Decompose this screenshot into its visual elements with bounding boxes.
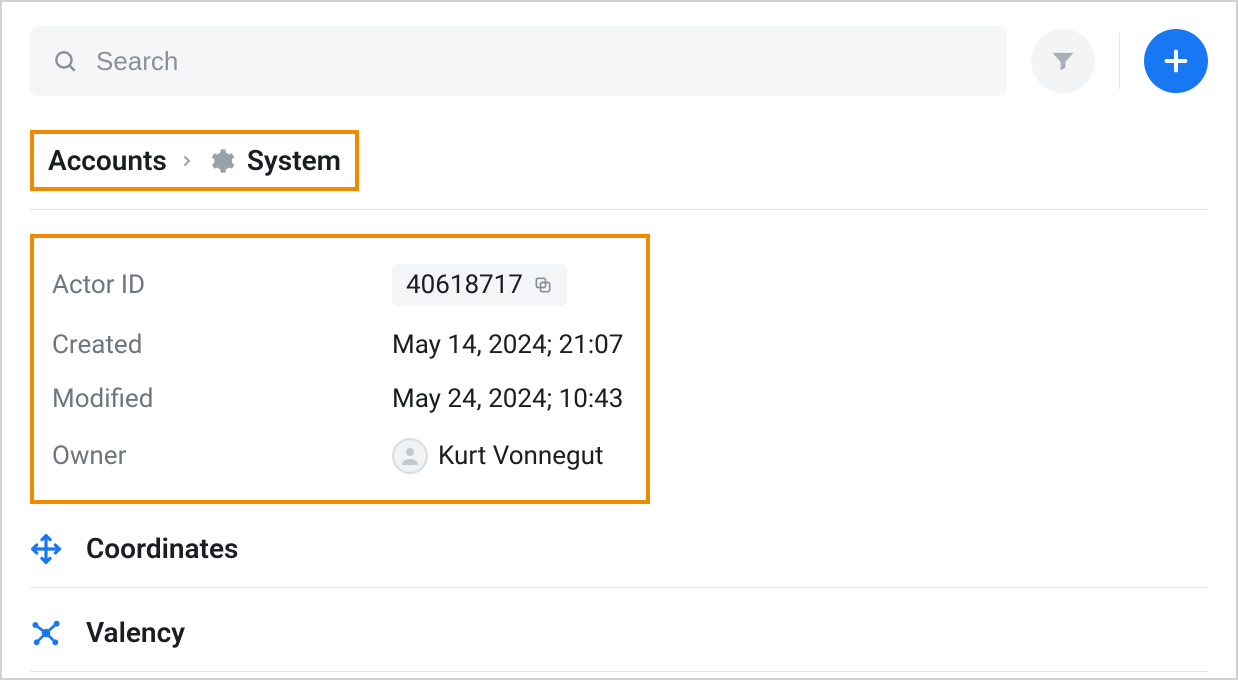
actor-id-label: Actor ID [52,270,352,300]
breadcrumb-root[interactable]: Accounts [48,144,167,177]
actor-id-value: 40618717 [406,270,523,300]
move-icon [30,533,62,565]
gear-icon [207,147,235,175]
search-field[interactable] [30,26,1007,96]
breadcrumb-current: System [247,144,341,177]
filter-icon [1049,47,1077,75]
created-value: May 14, 2024; 21:07 [392,330,623,360]
network-icon [30,617,62,649]
section-coordinates-label: Coordinates [86,532,238,565]
breadcrumb: Accounts System [30,130,359,191]
section-valency-label: Valency [86,616,185,649]
section-valency[interactable]: Valency [30,594,1208,672]
section-coordinates[interactable]: Coordinates [30,510,1208,588]
detail-row-owner: Owner Kurt Vonnegut [52,426,628,486]
details-block: Actor ID 40618717 Created May 14, 2024; … [30,234,650,504]
avatar [392,438,428,474]
owner-value[interactable]: Kurt Vonnegut [438,441,604,471]
topbar [30,26,1208,96]
filter-button[interactable] [1031,29,1095,93]
search-icon [52,48,78,74]
breadcrumb-row: Accounts System [30,130,1208,210]
modified-label: Modified [52,384,352,414]
search-input[interactable] [96,46,985,77]
plus-icon [1160,45,1192,77]
divider [1119,33,1120,89]
detail-row-actor-id: Actor ID 40618717 [52,252,628,318]
detail-row-created: Created May 14, 2024; 21:07 [52,318,628,372]
created-label: Created [52,330,352,360]
chevron-right-icon [179,153,195,169]
copy-icon[interactable] [533,275,553,295]
add-button[interactable] [1144,29,1208,93]
owner-label: Owner [52,441,352,471]
actor-id-pill[interactable]: 40618717 [392,264,567,306]
modified-value: May 24, 2024; 10:43 [392,384,623,414]
detail-row-modified: Modified May 24, 2024; 10:43 [52,372,628,426]
